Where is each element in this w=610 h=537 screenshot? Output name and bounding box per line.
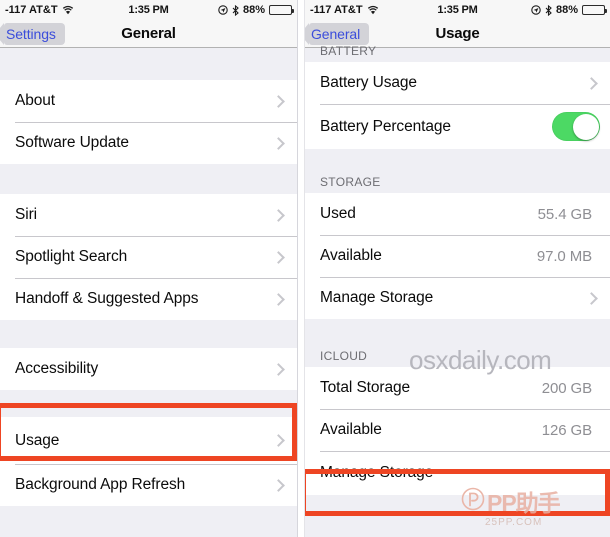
section-battery: Battery Usage Battery Percentage	[305, 62, 610, 149]
chevron-right-icon	[272, 434, 285, 447]
status-bar-right-group: 88%	[218, 4, 294, 16]
list-gap-1	[0, 164, 297, 194]
row-label: Total Storage	[320, 379, 411, 396]
section-icloud: Total Storage 200 GB Available 126 GB Ma…	[305, 367, 610, 495]
settings-list-left: About Software Update Siri Spotlight Sea…	[0, 48, 297, 537]
row-label: Accessibility	[15, 360, 99, 377]
list-item-available-icloud: Available 126 GB	[305, 409, 610, 451]
bluetooth-icon	[232, 4, 239, 16]
row-label: Background App Refresh	[15, 476, 186, 493]
list-gap-top	[0, 48, 297, 80]
battery-percent-label: 88%	[555, 4, 578, 16]
list-item-available-device: Available 97.0 MB	[305, 235, 610, 277]
battery-percentage-toggle[interactable]	[552, 112, 600, 141]
list-gap-3	[0, 390, 297, 417]
row-value-available: 97.0 MB	[536, 247, 592, 265]
row-label: Spotlight Search	[15, 248, 128, 265]
back-button-settings[interactable]: Settings	[0, 22, 65, 45]
list-item-battery-usage[interactable]: Battery Usage	[305, 62, 610, 104]
left-phone-panel: -117 AT&T 1:35 PM 88% Settings General A…	[0, 0, 297, 537]
row-label: Available	[320, 247, 382, 264]
row-value-used: 55.4 GB	[537, 205, 592, 223]
status-bar-right-group: 88%	[531, 4, 607, 16]
usage-list-right: BATTERY Battery Usage Battery Percentage…	[305, 44, 610, 537]
row-label: Software Update	[15, 134, 129, 151]
sidebar-item-usage[interactable]: Usage	[0, 417, 297, 464]
section-header-icloud: ICLOUD	[305, 343, 610, 367]
chevron-right-icon	[272, 250, 285, 264]
list-gap-2	[0, 320, 297, 348]
list-item-battery-percentage[interactable]: Battery Percentage	[305, 104, 610, 149]
row-label: Manage Storage	[320, 464, 434, 481]
panel-divider	[297, 0, 305, 537]
battery-percent-label: 88%	[242, 4, 265, 16]
dual-screenshot-container: -117 AT&T 1:35 PM 88% Settings General A…	[0, 0, 610, 537]
section-siri: Siri Spotlight Search Handoff & Suggeste…	[0, 194, 297, 320]
row-label: Siri	[15, 206, 37, 223]
row-label: Usage	[15, 431, 60, 449]
section-about: About Software Update	[0, 80, 297, 164]
row-label: Battery Percentage	[320, 117, 451, 135]
list-item-used: Used 55.4 GB	[305, 193, 610, 235]
bluetooth-icon	[545, 4, 552, 16]
row-label: Manage Storage	[320, 289, 434, 306]
list-gap-icloud-top	[305, 319, 610, 343]
chevron-right-icon	[272, 208, 285, 222]
status-bar-left: -117 AT&T 1:35 PM 88%	[0, 0, 297, 20]
chevron-right-icon	[272, 136, 285, 150]
section-storage: Used 55.4 GB Available 97.0 MB Manage St…	[305, 193, 610, 319]
location-arrow-icon	[531, 5, 541, 15]
sidebar-item-spotlight-search[interactable]: Spotlight Search	[0, 236, 297, 278]
battery-icon	[582, 5, 607, 15]
row-value-total-storage: 200 GB	[541, 379, 592, 397]
row-label: Available	[320, 421, 382, 438]
status-bar-right: -117 AT&T 1:35 PM 88%	[305, 0, 610, 20]
right-phone-panel: -117 AT&T 1:35 PM 88% General Usage BATT…	[305, 0, 610, 537]
sidebar-item-background-app-refresh[interactable]: Background App Refresh	[0, 464, 297, 506]
list-gap-storage-top	[305, 149, 610, 169]
section-header-battery: BATTERY	[305, 44, 610, 62]
section-usage: Usage Background App Refresh	[0, 417, 297, 506]
chevron-right-icon	[272, 94, 285, 108]
chevron-right-icon	[585, 76, 598, 90]
back-button-general[interactable]: General	[305, 22, 370, 45]
chevron-right-icon	[272, 478, 285, 492]
row-label: Used	[320, 205, 356, 222]
sidebar-item-siri[interactable]: Siri	[0, 194, 297, 236]
list-item-manage-storage-device[interactable]: Manage Storage	[305, 277, 610, 319]
list-item-total-storage: Total Storage 200 GB	[305, 367, 610, 409]
row-value-available-icloud: 126 GB	[541, 421, 592, 439]
sidebar-item-handoff-suggested-apps[interactable]: Handoff & Suggested Apps	[0, 278, 297, 320]
sidebar-item-about[interactable]: About	[0, 80, 297, 122]
chevron-right-icon	[585, 291, 598, 305]
location-arrow-icon	[218, 5, 228, 15]
section-accessibility: Accessibility	[0, 348, 297, 390]
battery-icon	[269, 5, 294, 15]
list-gap-4	[0, 506, 297, 537]
row-label: Handoff & Suggested Apps	[15, 290, 199, 307]
nav-bar-left: Settings General	[0, 20, 297, 48]
sidebar-item-accessibility[interactable]: Accessibility	[0, 348, 297, 390]
list-item-manage-storage-icloud[interactable]: Manage Storage	[305, 451, 610, 495]
toggle-knob	[572, 113, 599, 140]
row-label: Battery Usage	[320, 74, 417, 91]
chevron-right-icon	[272, 292, 285, 306]
section-header-storage: STORAGE	[305, 169, 610, 193]
back-button-label: Settings	[6, 25, 56, 42]
chevron-right-icon	[272, 362, 285, 376]
sidebar-item-software-update[interactable]: Software Update	[0, 122, 297, 164]
row-label: About	[15, 92, 56, 109]
back-button-label: General	[311, 25, 361, 42]
